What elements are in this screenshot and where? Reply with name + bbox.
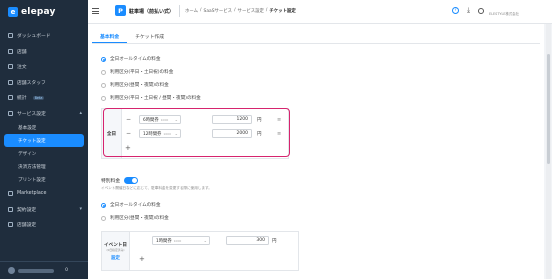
marketplace-icon [8,191,13,197]
radio-special-all-time[interactable]: 全日オールタイムの料金 [101,202,160,208]
radio-dot [101,202,106,208]
event-day-price-table: イベント日 (0日指定済み) 設定 1時間券 1000 ⌄ 300 円 + [101,231,299,271]
header-actions: ? ⤓ [452,7,485,14]
sidebar-subitem-print[interactable]: プリント設定 [0,173,88,186]
duration-select[interactable]: 1時間券 1000 ⌄ [152,236,210,245]
radio-weekday-day-night[interactable]: 利用区分(平日・土日祝 / 昼間・夜間)の料金 [101,95,201,101]
chevron-up-icon: ▴ [79,110,82,117]
user-icon[interactable] [478,7,485,14]
tab-divider [92,43,540,44]
breadcrumb-current: チケット設定 [269,9,296,14]
store-icon: P [115,5,126,16]
chart-icon [8,95,13,101]
sidebar: e elepay ダッシュボード 店舗 注文 店舗スタッフ 統計 Beta サービ… [0,0,88,279]
sidebar-item-stats[interactable]: 統計 Beta [0,90,88,106]
highlight-box [103,108,290,157]
event-price-row: 1時間券 1000 ⌄ 300 円 [138,236,288,245]
account-count: 0 [65,268,68,273]
chevron-down-icon: ▾ [79,206,82,213]
avatar [8,267,15,274]
event-day-settings-link[interactable]: 設定 [111,255,120,261]
help-icon[interactable]: ? [452,7,459,14]
scrollbar[interactable] [546,24,551,279]
gear-icon [8,222,13,228]
app-logo[interactable]: e elepay [8,6,56,18]
staff-icon [8,79,13,85]
header-divider [179,5,180,17]
sidebar-nav: ダッシュボード 店舗 注文 店舗スタッフ 統計 Beta サービス設定 ▴ 基本設定… [0,28,88,233]
user-name[interactable]: ELESTYLE株式会社 [489,11,519,16]
radio-dot [101,95,106,101]
sidebar-item-marketplace[interactable]: Marketplace [0,186,88,202]
app-logo-text: elepay [21,7,56,17]
tab-bar: 基本料金 チケット作成 [92,30,172,43]
sidebar-subitem-design[interactable]: デザイン [0,147,88,160]
contract-icon [8,206,13,212]
sidebar-subitem-ticket[interactable]: チケット設定 [4,134,84,147]
store-icon [8,48,13,54]
special-fee-title: 特別料金 [101,179,121,184]
breadcrumb-home[interactable]: ホーム [185,8,198,14]
sidebar-item-dashboard[interactable]: ダッシュボード [0,28,88,44]
yen-unit: 円 [272,238,277,244]
store-name[interactable]: 駐車場（前払い式） [129,8,174,15]
chevron-down-icon: ⌄ [203,238,207,243]
radio-dot [101,56,106,62]
radio-dot [101,215,106,221]
radio-weekday-holiday[interactable]: 利用区分(平日・土日祝)の料金 [101,69,173,75]
special-fee-description: イベント開催日などに応じて、駐車料金を変更する際に使用します。 [101,186,212,190]
radio-dot [101,82,106,88]
order-icon [8,64,13,70]
radio-day-night[interactable]: 利用区分(昼間・夜間)の料金 [101,82,169,88]
event-day-label: イベント日 (0日指定済み) 設定 [102,232,130,270]
sidebar-subitem-basic[interactable]: 基本設定 [0,121,88,134]
breadcrumb-sep: / [234,8,236,13]
beta-badge: Beta [32,95,45,100]
price-input[interactable]: 300 [226,236,269,245]
breadcrumb-saas[interactable]: SaaSサービス [204,8,233,14]
breadcrumb-sep: / [200,8,202,13]
sidebar-item-store-settings[interactable]: 店舗設定 [0,217,88,233]
sidebar-account[interactable]: 0 [0,261,88,279]
menu-icon[interactable] [92,8,99,14]
special-fee-toggle-row: 特別料金 [101,177,139,184]
breadcrumb: ホーム / SaaSサービス / サービス設定 / チケット設定 [185,8,296,14]
sidebar-item-service-settings[interactable]: サービス設定 ▴ [0,106,88,122]
settings-icon [8,110,13,116]
tab-ticket-create[interactable]: チケット作成 [127,30,172,43]
radio-dot [101,69,106,75]
sidebar-item-stores[interactable]: 店舗 [0,44,88,60]
sidebar-item-staff[interactable]: 店舗スタッフ [0,75,88,91]
special-fee-toggle[interactable] [124,177,139,184]
account-name-redacted [18,268,54,273]
breadcrumb-sep: / [265,8,268,13]
download-icon[interactable]: ⤓ [467,7,470,14]
sidebar-subitem-payment[interactable]: 決済方法管理 [0,160,88,173]
elepay-logo-icon: e [8,7,18,17]
dashboard-icon [8,33,13,39]
radio-all-time[interactable]: 全日オールタイムの料金 [101,56,160,62]
radio-special-day-night[interactable]: 利用区分(昼間・夜間)の料金 [101,215,169,221]
breadcrumb-service-settings[interactable]: サービス設定 [238,8,264,14]
sidebar-item-orders[interactable]: 注文 [0,59,88,75]
tab-basic-fee[interactable]: 基本料金 [92,30,128,43]
sidebar-item-contract[interactable]: 契約設定 ▾ [0,202,88,218]
scroll-thumb[interactable] [547,54,550,164]
top-header: P 駐車場（前払い式） ホーム / SaaSサービス / サービス設定 / チケ… [88,0,552,24]
add-row-button[interactable]: + [139,255,145,263]
